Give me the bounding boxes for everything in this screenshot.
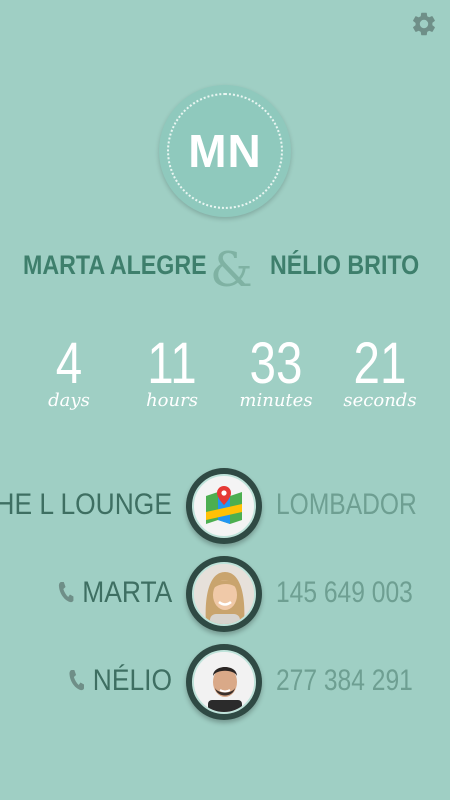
phone-icon bbox=[69, 670, 84, 691]
countdown-days: 4 days bbox=[19, 334, 119, 410]
gear-icon bbox=[413, 12, 435, 36]
monogram-dotted-ring: MN bbox=[167, 93, 283, 209]
groom-name: NÉLIO BRITO bbox=[270, 250, 420, 280]
contact-phone[interactable]: 277 384 291 bbox=[276, 664, 413, 698]
couple-names: MARTA ALEGRE & NÉLIO BRITO bbox=[0, 242, 450, 298]
phone-icon bbox=[58, 582, 74, 603]
contact-avatar-button[interactable] bbox=[186, 556, 262, 632]
venue-name: THE L LOUNGE bbox=[0, 488, 172, 521]
countdown-hours: 11 hours bbox=[122, 334, 222, 410]
contact-row-marta: MARTA 145 649 003 bbox=[0, 556, 450, 636]
map-icon-holder bbox=[192, 474, 256, 538]
ampersand: & bbox=[210, 242, 253, 298]
countdown-minutes: 33 minutes bbox=[226, 334, 326, 410]
countdown-value: 21 bbox=[353, 331, 407, 396]
avatar-marta bbox=[194, 564, 254, 624]
venue-location[interactable]: LOMBADOR bbox=[276, 488, 417, 522]
avatar bbox=[192, 650, 256, 714]
avatar bbox=[192, 562, 256, 626]
monogram-initials: MN bbox=[188, 125, 262, 177]
contact-phone[interactable]: 145 649 003 bbox=[276, 576, 413, 610]
settings-button[interactable] bbox=[410, 10, 438, 38]
contact-avatar-button[interactable] bbox=[186, 644, 262, 720]
contact-name-text: NÉLIO bbox=[92, 664, 172, 697]
bride-name: MARTA ALEGRE bbox=[23, 250, 207, 280]
contact-name[interactable]: MARTA bbox=[57, 576, 172, 610]
avatar-nelio bbox=[194, 652, 254, 712]
map-button[interactable] bbox=[186, 468, 262, 544]
contact-name[interactable]: NÉLIO bbox=[68, 664, 172, 698]
countdown-value: 33 bbox=[249, 331, 303, 396]
countdown-value: 4 bbox=[55, 331, 83, 396]
venue-row: THE L LOUNGE LOMBADOR bbox=[0, 468, 450, 548]
countdown-value: 11 bbox=[147, 331, 197, 396]
contact-name-text: MARTA bbox=[82, 576, 172, 609]
map-icon bbox=[206, 486, 242, 524]
monogram-badge: MN bbox=[159, 85, 291, 217]
countdown: 4 days 11 hours 33 minutes 21 seconds bbox=[0, 334, 450, 424]
countdown-seconds: 21 seconds bbox=[330, 334, 430, 410]
contact-row-nelio: NÉLIO 277 384 291 bbox=[0, 644, 450, 724]
